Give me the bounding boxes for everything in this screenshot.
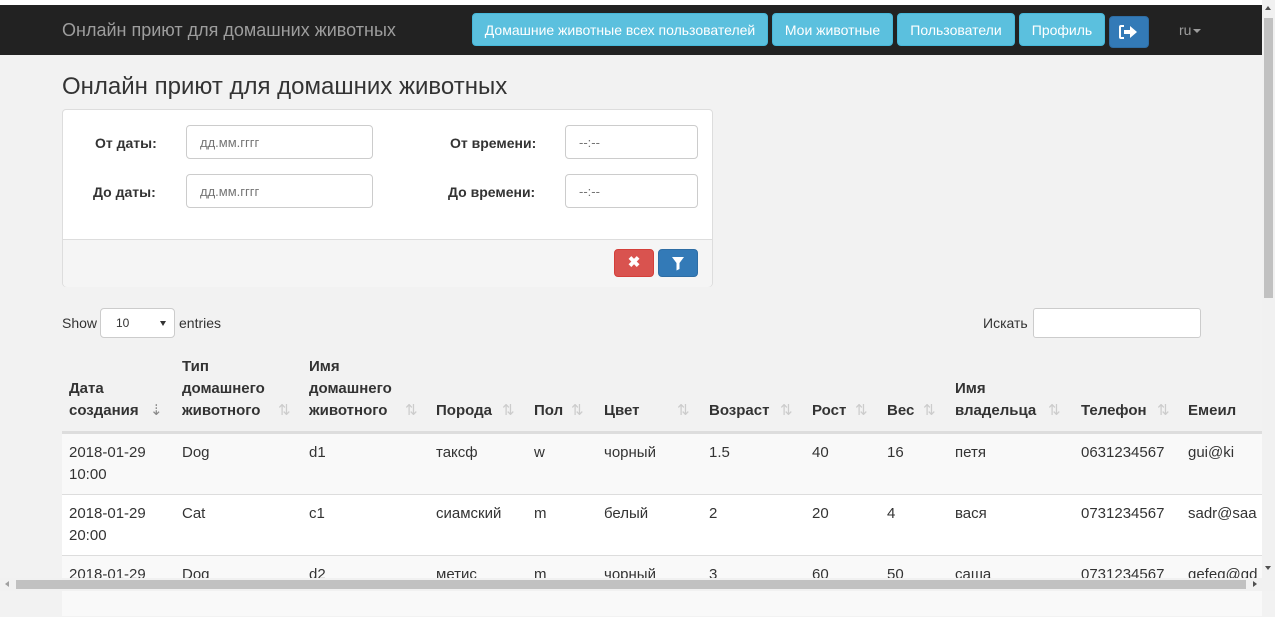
cell-name: d1 [309,444,326,461]
search-label: Искать [983,315,1028,331]
language-label: ru [1179,22,1192,38]
cell-height: 40 [812,444,829,461]
cell-owner: вася [955,505,987,522]
sort-icon[interactable]: ⇅ [571,401,584,419]
cell-email: sadr@saa [1188,505,1257,522]
cell-height: 20 [812,505,829,522]
vertical-scroll-thumb[interactable] [1264,18,1273,298]
cell-email-clip: gui@ki [1188,434,1262,495]
horizontal-scroll-thumb[interactable] [16,580,1246,589]
apply-filter-button[interactable] [658,249,698,277]
clear-filter-button[interactable]: ✖ [614,249,654,277]
search-input[interactable] [1033,308,1201,338]
column-header-pet-name[interactable]: Имя домашнего животного [309,356,392,422]
horizontal-scrollbar[interactable] [0,578,1275,591]
sort-icon[interactable]: ⇅ [1157,401,1170,419]
cell-name: c1 [309,505,325,522]
entries-label: entries [179,315,222,331]
cell-sex: w [534,444,545,461]
show-label: Show [62,315,98,331]
page-length-value: 10 [116,316,130,330]
sort-icon[interactable]: ⇅ [677,401,690,419]
logout-icon [1119,25,1137,39]
column-header-weight[interactable]: Вес [887,400,914,422]
to-time-label: До времени: [448,184,536,200]
nav-users-button[interactable]: Пользователи [897,13,1015,46]
cell-weight: 16 [887,444,904,461]
vertical-scrollbar[interactable] [1262,0,1275,578]
from-date-label: От даты: [95,135,157,151]
sort-icon[interactable]: ⇅ [405,401,418,419]
filter-panel: От даты: От времени: До даты: До времени… [62,109,713,287]
cell-type: Dog [182,444,210,461]
to-date-label: До даты: [93,184,156,200]
to-time-input[interactable] [565,174,698,208]
scroll-down-icon[interactable] [1265,566,1271,570]
cell-breed: сиамский [436,505,502,522]
from-time-input[interactable] [565,125,698,159]
cell-email-clip: sadr@saa [1188,495,1262,556]
language-dropdown[interactable]: ru [1179,22,1202,38]
page-title: Онлайн приют для домашних животных [62,73,508,100]
sort-icon[interactable]: ⇅ [278,401,291,419]
cell-age: 2 [709,505,718,522]
navbar-brand[interactable]: Онлайн приют для домашних животных [62,20,396,41]
from-time-label: От времени: [450,135,537,151]
sort-icon[interactable]: ⇅ [780,401,793,419]
column-header-owner[interactable]: Имя владельца [955,378,1036,422]
close-icon: ✖ [627,254,641,271]
table-row[interactable]: 2018-01-29 20:00 Cat c1 сиамский m белый … [62,494,1262,555]
column-header-breed[interactable]: Порода [436,400,492,422]
cell-weight: 4 [887,505,896,522]
cell-phone: 0631234567 [1081,444,1165,461]
cell-type: Cat [182,505,206,522]
sort-desc-icon[interactable]: ⇣ [150,401,163,419]
sort-icon[interactable]: ⇅ [855,401,868,419]
cell-color: чорный [604,444,656,461]
cell-color: белый [604,505,649,522]
caret-down-icon [1193,29,1202,34]
scroll-right-icon[interactable] [1253,581,1257,587]
sort-icon[interactable]: ⇅ [1048,401,1061,419]
cell-breed: таксф [436,444,478,461]
column-header-date[interactable]: Дата создания [69,378,139,422]
from-date-input[interactable] [186,125,373,159]
cell-email: gui@ki [1188,444,1235,461]
sort-icon[interactable]: ⇅ [923,401,936,419]
nav-my-pets-button[interactable]: Мои животные [772,13,893,46]
sort-icon[interactable]: ⇅ [502,401,515,419]
logout-button[interactable] [1109,16,1149,48]
cell-owner: петя [955,444,986,461]
cell-date: 2018-01-29 20:00 [69,505,146,544]
column-header-color[interactable]: Цвет [604,400,639,422]
cell-phone: 0731234567 [1081,505,1165,522]
column-header-sex[interactable]: Пол [534,400,563,422]
navbar: Онлайн приют для домашних животных Домаш… [0,5,1262,55]
scroll-left-icon[interactable] [5,581,9,587]
nav-profile-button[interactable]: Профиль [1019,13,1105,46]
chevron-down-icon [160,321,166,326]
column-header-age[interactable]: Возраст [709,400,769,422]
column-header-height[interactable]: Рост [812,400,846,422]
column-header-type[interactable]: Тип домашнего животного [182,356,265,422]
nav-all-pets-button[interactable]: Домашние животные всех пользователей [472,13,768,46]
column-header-phone[interactable]: Телефон [1081,400,1147,422]
column-header-email[interactable]: Емеил [1188,400,1236,422]
cell-age: 1.5 [709,444,730,461]
page-length-select[interactable]: 10 [100,308,175,338]
cell-sex: m [534,505,547,522]
filter-icon [672,257,684,271]
to-date-input[interactable] [186,174,373,208]
cell-date: 2018-01-29 10:00 [69,444,146,483]
scroll-up-icon[interactable] [1265,6,1271,10]
table-row[interactable]: 2018-01-29 10:00 Dog d1 таксф w чорный 1.… [62,433,1262,494]
